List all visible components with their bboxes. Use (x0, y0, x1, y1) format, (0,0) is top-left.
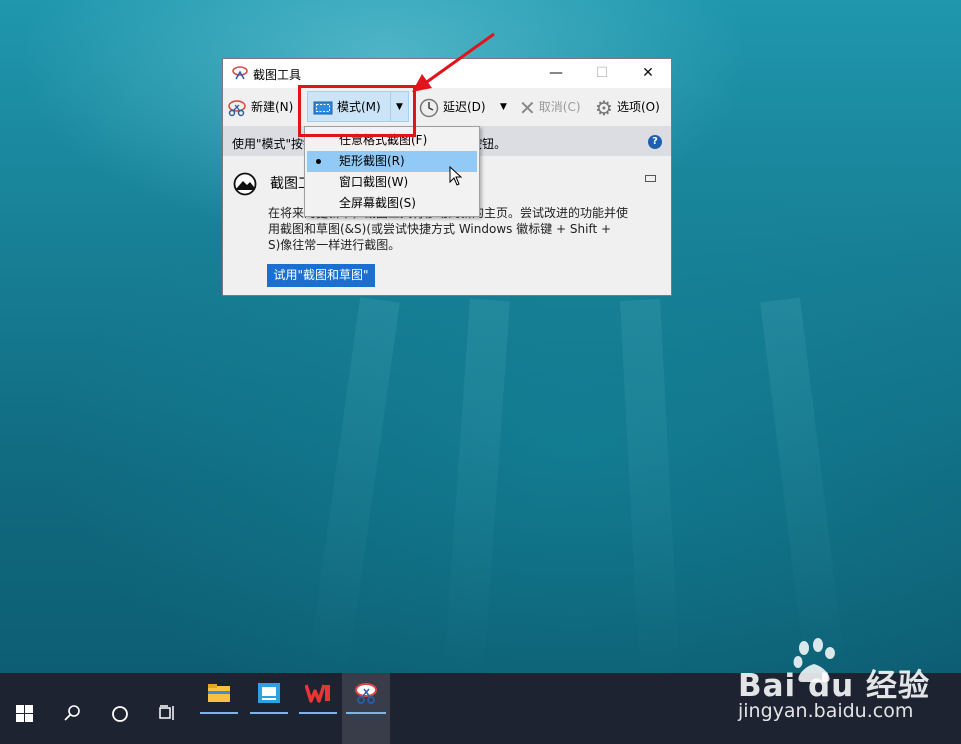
new-label: 新建(N) (251, 100, 294, 114)
clock-icon (419, 98, 439, 117)
taskbar-wps-office[interactable] (295, 673, 341, 744)
app-icon (258, 683, 280, 703)
window-title: 截图工具 (253, 68, 302, 82)
annotation-arrow-icon (412, 32, 495, 92)
try-snip-sketch-button[interactable]: 试用"截图和草图" (267, 264, 375, 287)
menu-item-label: 全屏幕截图(S) (339, 196, 416, 210)
start-button[interactable] (0, 673, 48, 744)
notice-line: S)像往常一样进行截图。 (268, 238, 401, 252)
delay-label: 延迟(D) (443, 100, 486, 114)
search-icon (64, 705, 80, 721)
cancel-label: 取消(C) (538, 100, 581, 114)
menu-item-full-screen[interactable]: 全屏幕截图(S) (307, 193, 477, 214)
gear-icon: ⚙ (595, 95, 613, 120)
delay-dropdown-arrow-icon[interactable]: ▼ (500, 96, 507, 118)
background-ray (620, 298, 680, 681)
taskbar-snipping-tool[interactable] (342, 673, 390, 744)
annotation-highlight-box (298, 85, 416, 137)
cortana-button[interactable] (96, 673, 144, 744)
taskbar-file-explorer[interactable] (196, 673, 242, 744)
snipping-tool-icon (355, 683, 377, 704)
new-snip-icon (228, 99, 246, 116)
windows-start-icon (16, 705, 33, 722)
options-label: 选项(O) (616, 100, 660, 114)
task-view-icon (159, 705, 174, 720)
snipping-tool-icon (232, 66, 248, 80)
options-button[interactable]: ⚙ 选项(O) (595, 95, 660, 120)
background-ray (760, 297, 847, 680)
close-button[interactable]: ✕ (625, 59, 671, 88)
task-view-button[interactable] (144, 673, 192, 744)
minimize-button[interactable]: — (533, 59, 579, 88)
background-ray (443, 298, 510, 681)
cancel-button[interactable]: ✕ 取消(C) (519, 95, 581, 120)
baidu-watermark-url: jingyan.baidu.com (738, 700, 914, 722)
menu-item-label: 矩形截图(R) (339, 154, 405, 168)
running-indicator (200, 712, 238, 714)
search-button[interactable] (48, 673, 96, 744)
baidu-watermark-brand: Bai du 经验 (738, 668, 931, 704)
running-indicator (346, 712, 386, 714)
wps-office-icon (305, 684, 330, 703)
taskbar-app[interactable] (246, 673, 292, 744)
cancel-x-icon: ✕ (519, 95, 536, 120)
running-indicator (250, 712, 288, 714)
selected-bullet-icon (316, 159, 321, 164)
menu-item-label: 窗口截图(W) (339, 175, 409, 189)
running-indicator (299, 712, 337, 714)
collapse-icon[interactable] (645, 175, 656, 182)
new-button[interactable]: 新建(N) (227, 96, 293, 118)
help-icon[interactable]: ? (648, 135, 662, 149)
notice-line: 用截图和草图(&S)(或尝试快捷方式 Windows 徽标键 + Shift + (268, 222, 612, 236)
file-explorer-icon (208, 684, 230, 702)
mouse-cursor-icon (449, 166, 463, 186)
background-ray (307, 297, 400, 680)
maximize-button[interactable]: ☐ (579, 59, 625, 88)
snip-sketch-icon (233, 172, 257, 196)
cortana-icon (112, 706, 128, 722)
